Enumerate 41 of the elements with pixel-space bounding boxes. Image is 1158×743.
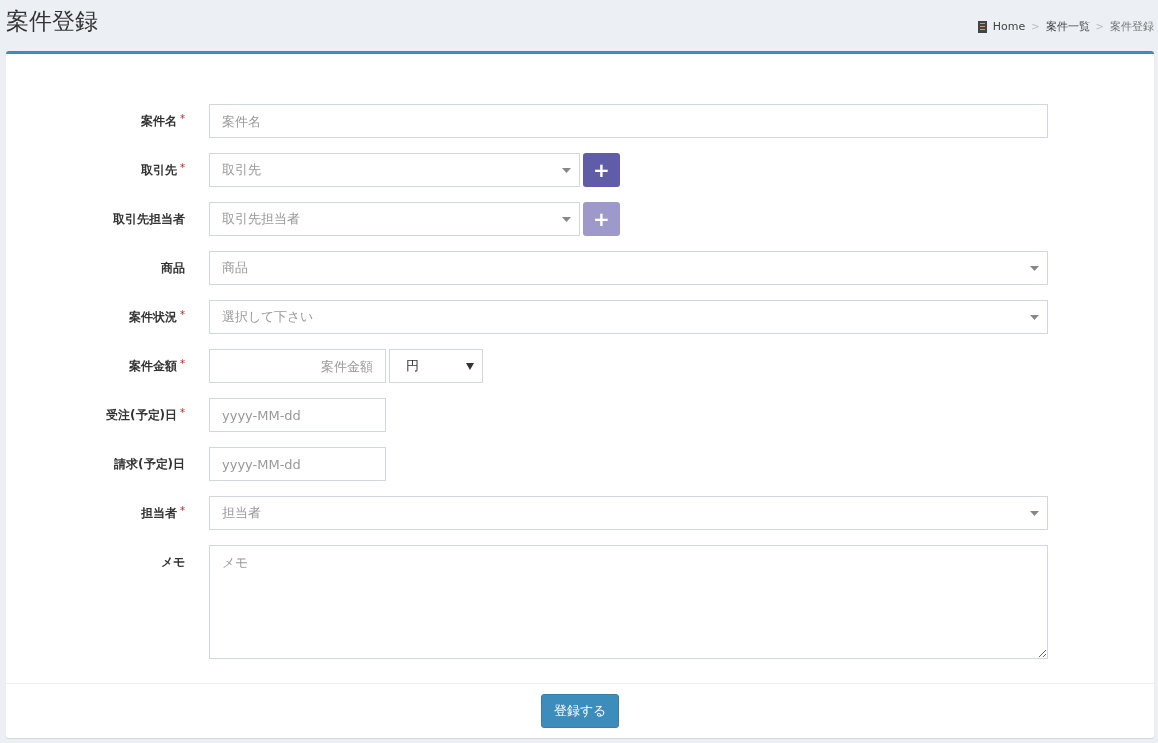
required-mark: *	[180, 308, 185, 322]
select-field[interactable]: 取引先	[209, 153, 580, 187]
page-title: 案件登録	[6, 7, 98, 36]
field-label: 商品	[160, 260, 185, 277]
breadcrumb-current: 案件登録	[1110, 19, 1154, 34]
currency-select[interactable]: 円	[389, 349, 483, 383]
field-label: 受注(予定)日	[105, 407, 177, 424]
field-label: 請求(予定)日	[113, 456, 185, 473]
caret-icon	[1030, 510, 1039, 516]
required-mark: *	[180, 504, 185, 518]
amount-field[interactable]: 案件金額	[209, 349, 386, 383]
select-field[interactable]: 担当者	[209, 496, 1048, 530]
required-mark: *	[180, 357, 185, 371]
breadcrumb-link[interactable]: 案件一覧	[1045, 19, 1090, 34]
field-label: 担当者	[140, 505, 177, 522]
field-label: 案件金額	[128, 358, 177, 375]
required-mark: *	[180, 112, 185, 126]
field-label: 案件名	[140, 113, 177, 130]
select-field[interactable]: 商品	[209, 251, 1048, 285]
breadcrumb-link[interactable]: Home	[992, 20, 1026, 33]
caret-icon	[466, 362, 474, 370]
select-field[interactable]: 選択して下さい	[209, 300, 1048, 334]
caret-icon	[562, 167, 571, 173]
caret-icon	[562, 216, 571, 222]
field-label: メモ	[160, 554, 185, 571]
caret-icon	[1030, 265, 1039, 271]
field-label: 取引先	[140, 162, 177, 179]
date-field[interactable]: yyyy-MM-dd	[209, 398, 386, 432]
breadcrumb-separator: >	[1095, 21, 1104, 32]
submit-button[interactable]: 登録する	[541, 694, 619, 728]
required-mark: *	[180, 406, 185, 420]
field-label: 取引先担当者	[112, 211, 185, 228]
caret-icon	[1030, 314, 1039, 320]
text-field[interactable]: 案件名	[209, 104, 1048, 138]
field-label: 案件状況	[128, 309, 177, 326]
required-mark: *	[180, 161, 185, 175]
memo-field[interactable]: メモ	[209, 545, 1048, 659]
date-field[interactable]: yyyy-MM-dd	[209, 447, 386, 481]
breadcrumb-separator: >	[1031, 21, 1040, 32]
add-button[interactable]: +	[583, 153, 620, 187]
select-field[interactable]: 取引先担当者	[209, 202, 580, 236]
